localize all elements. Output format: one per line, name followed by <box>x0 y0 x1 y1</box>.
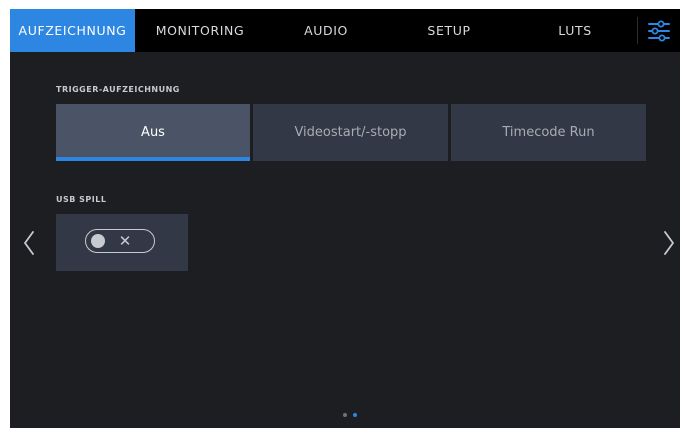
tab-aufzeichnung[interactable]: AUFZEICHNUNG <box>10 9 135 52</box>
tab-luts[interactable]: LUTS <box>525 9 625 52</box>
tab-divider <box>637 17 638 44</box>
tab-setup[interactable]: SETUP <box>399 9 499 52</box>
settings-screen: AUFZEICHNUNG MONITORING AUDIO SETUP LUTS… <box>10 9 680 428</box>
x-icon: ✕ <box>118 232 132 250</box>
page-indicator <box>341 411 361 419</box>
usb-toggle-panel: ✕ <box>56 214 188 271</box>
tab-bar: AUFZEICHNUNG MONITORING AUDIO SETUP LUTS <box>10 9 680 52</box>
chevron-left-icon[interactable] <box>22 229 36 257</box>
settings-sliders-icon[interactable] <box>647 19 671 43</box>
trigger-option-videostart[interactable]: Videostart/-stopp <box>253 104 448 161</box>
usb-toggle-switch[interactable]: ✕ <box>85 229 155 253</box>
page-dot-1[interactable] <box>343 413 347 417</box>
tab-monitoring[interactable]: MONITORING <box>140 9 260 52</box>
trigger-option-timecode-run[interactable]: Timecode Run <box>451 104 646 161</box>
chevron-right-icon[interactable] <box>662 229 676 257</box>
toggle-knob <box>91 234 105 248</box>
selected-indicator <box>56 157 250 161</box>
page-dot-2[interactable] <box>353 413 357 417</box>
option-label: Aus <box>141 125 165 140</box>
trigger-section-label: TRIGGER-AUFZEICHNUNG <box>56 85 180 94</box>
tab-audio[interactable]: AUDIO <box>276 9 376 52</box>
usb-section-label: USB SPILL <box>56 195 107 204</box>
option-label: Videostart/-stopp <box>294 125 407 140</box>
option-label: Timecode Run <box>502 125 595 140</box>
trigger-option-aus[interactable]: Aus <box>56 104 250 161</box>
